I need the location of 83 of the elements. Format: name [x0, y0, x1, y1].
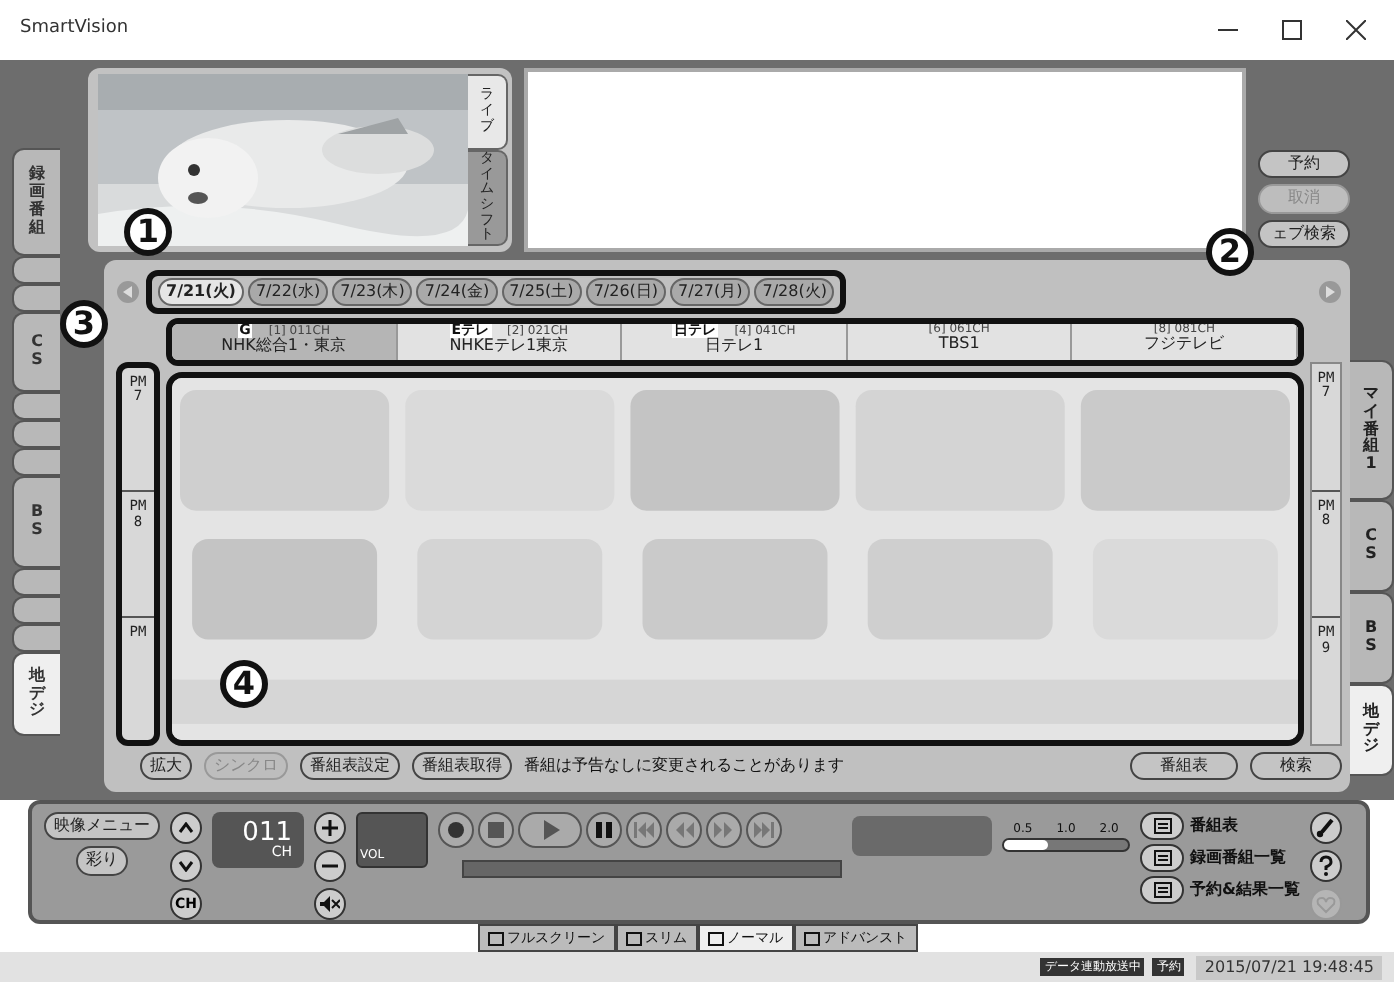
notice-text: 番組は予告なしに変更されることがあります	[524, 754, 844, 778]
rewind-icon	[674, 820, 694, 840]
guide-button[interactable]: 番組表設定	[300, 751, 400, 781]
side-tab[interactable]	[12, 256, 60, 284]
channel-name: NHKEテレ1東京	[449, 338, 569, 356]
skip-forward-icon	[754, 820, 774, 840]
channel-up-button[interactable]	[170, 812, 202, 844]
list-icon	[1153, 850, 1171, 866]
pause-button[interactable]	[586, 812, 622, 848]
fast-forward-icon	[714, 820, 734, 840]
date-tab[interactable]: 7/21(火)	[158, 278, 244, 306]
channel-down-button[interactable]	[170, 850, 202, 882]
volume-down-button[interactable]	[314, 850, 346, 882]
date-tab[interactable]: 7/25(土)	[501, 278, 582, 306]
side-tab[interactable]: マイ番組1	[1350, 360, 1394, 500]
speed-slider[interactable]	[1002, 838, 1130, 852]
date-tab[interactable]: 7/23(木)	[332, 278, 413, 306]
help-icon[interactable]	[1309, 850, 1342, 882]
action-button[interactable]: 予約	[1258, 149, 1350, 179]
list-icon	[1153, 882, 1171, 898]
side-tab[interactable]	[12, 284, 60, 312]
side-tab[interactable]: CS	[12, 312, 60, 392]
previous-icon[interactable]	[116, 280, 140, 304]
speaker-muted-icon	[320, 896, 340, 912]
guide-button[interactable]: 拡大	[140, 751, 192, 781]
channel-name: 日テレ1	[704, 338, 764, 356]
date-tab[interactable]: 7/24(金)	[416, 278, 498, 306]
side-tab[interactable]: BS	[1350, 592, 1394, 684]
guide-button[interactable]: 検索	[1250, 751, 1342, 781]
record-button[interactable]	[438, 812, 474, 848]
shortcut-button[interactable]: 予約&結果一覧	[1140, 876, 1300, 904]
window-icon	[487, 931, 503, 945]
stop-icon	[486, 820, 506, 840]
side-tab[interactable]: 地デジ	[12, 652, 60, 736]
channel-name: NHK総合1・東京	[221, 338, 346, 356]
guide-button[interactable]: 番組表	[1130, 751, 1238, 781]
skip-back-icon	[634, 820, 654, 840]
skip-forward-button[interactable]	[746, 812, 782, 848]
brush-icon[interactable]	[1309, 812, 1342, 844]
date-tab[interactable]: 7/27(月)	[670, 278, 751, 306]
mute-button[interactable]	[314, 888, 346, 920]
window-icon	[625, 931, 641, 945]
window-icon	[707, 931, 723, 945]
maximize-icon[interactable]	[1282, 20, 1302, 40]
stop-button[interactable]	[478, 812, 514, 848]
menu-button[interactable]: 彩り	[76, 846, 128, 876]
side-tab[interactable]	[12, 448, 60, 476]
date-tab[interactable]: 7/26(日)	[585, 278, 667, 306]
window-icon	[803, 931, 819, 945]
side-tab[interactable]	[12, 596, 60, 624]
info-display	[852, 816, 992, 856]
close-icon[interactable]	[1346, 20, 1366, 40]
date-tab[interactable]: 7/22(水)	[247, 278, 329, 306]
clock-text: 2015/07/21 19:48:45	[1196, 955, 1382, 979]
volume-up-button[interactable]	[314, 812, 346, 844]
guide-button[interactable]: 番組表取得	[412, 751, 512, 781]
side-tab[interactable]	[12, 568, 60, 596]
next-icon[interactable]	[1318, 280, 1342, 304]
rewind-button[interactable]	[666, 812, 702, 848]
side-tab[interactable]	[12, 624, 60, 652]
action-button[interactable]: ェブ検索	[1258, 219, 1350, 248]
side-tab[interactable]: BS	[12, 476, 60, 568]
fast-forward-button[interactable]	[706, 812, 742, 848]
pause-icon	[594, 820, 614, 840]
channel-number: 011	[242, 820, 292, 846]
side-tab[interactable]	[12, 420, 60, 448]
list-icon	[1153, 818, 1171, 834]
side-tab[interactable]: 録画番組	[12, 148, 60, 256]
chevron-up-icon	[178, 822, 194, 834]
side-tab[interactable]	[12, 392, 60, 420]
menu-button[interactable]: 映像メニュー	[44, 812, 160, 841]
record-icon	[446, 820, 466, 840]
plus-icon	[322, 820, 338, 836]
side-tab[interactable]: 地デジ	[1350, 684, 1394, 776]
shortcut-button[interactable]: 録画番組一覧	[1140, 844, 1300, 872]
chevron-down-icon	[178, 860, 194, 872]
channel-name: TBS1	[938, 336, 980, 354]
window-title: SmartVision	[20, 16, 129, 43]
side-tab[interactable]: CS	[1350, 500, 1394, 592]
date-tab[interactable]: 7/28(火)	[754, 278, 835, 306]
shortcut-button[interactable]: 番組表	[1140, 812, 1300, 840]
channel-name: フジテレビ	[1144, 336, 1225, 354]
play-icon	[540, 820, 560, 840]
